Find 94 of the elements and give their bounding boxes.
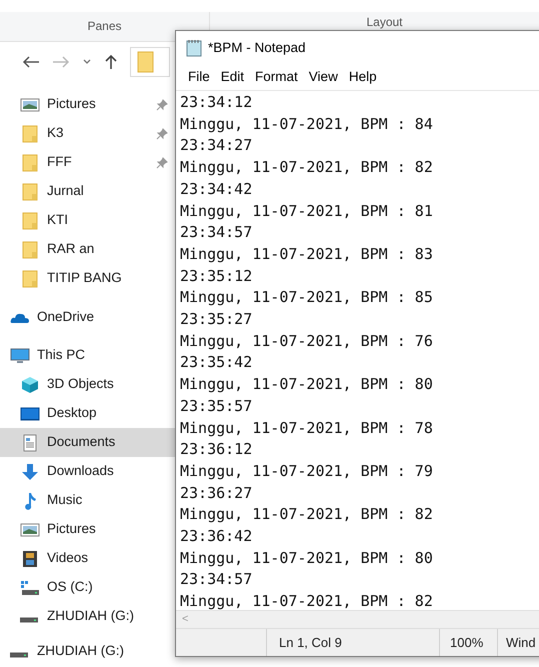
item-label: ZHUDIAH (G:) bbox=[47, 607, 135, 626]
notepad-icon bbox=[186, 39, 202, 57]
cursor-position: Ln 1, Col 9 bbox=[279, 634, 342, 652]
text-line: 23:35:57 bbox=[180, 396, 252, 417]
item-label: OneDrive bbox=[37, 308, 96, 326]
item-label: Videos bbox=[47, 549, 90, 568]
item-label: FFF bbox=[47, 153, 73, 172]
text-line: 23:35:12 bbox=[180, 266, 252, 287]
text-line: 23:36:12 bbox=[180, 439, 252, 460]
back-icon[interactable] bbox=[22, 55, 40, 69]
film-icon bbox=[20, 550, 40, 568]
item-label: Jurnal bbox=[47, 182, 85, 200]
sidebar-item[interactable]: Pictures bbox=[0, 90, 176, 119]
sidebar-item[interactable]: 3D Objects bbox=[0, 370, 176, 399]
text-line: 23:34:57 bbox=[180, 222, 252, 244]
text-line: Minggu, 11-07-2021, BPM : 83 bbox=[180, 244, 433, 265]
zoom-level: 100% bbox=[450, 634, 484, 652]
drive-icon bbox=[20, 578, 40, 596]
text-line: Minggu, 11-07-2021, BPM : 82 bbox=[180, 591, 433, 610]
text-line: Minggu, 11-07-2021, BPM : 80 bbox=[180, 374, 433, 396]
desktop-icon bbox=[20, 404, 40, 422]
text-line: Minggu, 11-07-2021, BPM : 85 bbox=[180, 287, 433, 308]
menu-item[interactable]: Edit bbox=[216, 67, 248, 88]
sidebar-item[interactable]: Documents bbox=[0, 428, 176, 457]
drive-icon bbox=[10, 652, 28, 658]
menu-item[interactable]: File bbox=[184, 67, 214, 88]
ribbon-group-label: Panes bbox=[87, 20, 122, 35]
text-line: Minggu, 11-07-2021, BPM : 84 bbox=[180, 114, 433, 135]
folder-icon bbox=[20, 182, 40, 200]
folder-icon bbox=[20, 240, 40, 258]
sidebar-item[interactable]: Pictures bbox=[0, 515, 176, 544]
download-icon bbox=[20, 462, 40, 480]
pictures-icon bbox=[20, 96, 40, 114]
text-line: Minggu, 11-07-2021, BPM : 79 bbox=[180, 460, 433, 482]
item-label: K3 bbox=[47, 124, 65, 142]
sidebar-item[interactable]: OS (C:) bbox=[0, 573, 176, 602]
item-label: TITIP BANG bbox=[47, 269, 123, 288]
sidebar-item[interactable]: Desktop bbox=[0, 399, 176, 428]
folder-icon bbox=[20, 270, 40, 288]
item-label: 3D Objects bbox=[47, 375, 115, 394]
text-line: 23:35:27 bbox=[180, 309, 252, 330]
cube-icon bbox=[20, 376, 40, 394]
item-label: Pictures bbox=[47, 520, 97, 538]
item-label: ZHUDIAH (G:) bbox=[37, 642, 125, 660]
sidebar-item[interactable]: Music bbox=[0, 486, 176, 515]
line-ending: Wind bbox=[506, 634, 536, 652]
up-arrow-icon[interactable] bbox=[104, 54, 118, 70]
text-line: Minggu, 11-07-2021, BPM : 81 bbox=[180, 200, 433, 222]
sidebar-item[interactable]: ZHUDIAH (G:) bbox=[0, 602, 176, 631]
sidebar-item[interactable]: ZHUDIAH (G:) bbox=[0, 637, 176, 666]
text-line: Minggu, 11-07-2021, BPM : 82 bbox=[180, 504, 433, 526]
item-label: Documents bbox=[47, 433, 116, 452]
text-line: Minggu, 11-07-2021, BPM : 76 bbox=[180, 330, 433, 352]
sidebar-item[interactable]: This PC bbox=[0, 341, 176, 370]
text-line: Minggu, 11-07-2021, BPM : 78 bbox=[180, 418, 433, 439]
text-line: 23:34:27 bbox=[180, 135, 252, 156]
sidebar-item[interactable]: Videos bbox=[0, 544, 176, 573]
menu-item[interactable]: View bbox=[304, 67, 342, 88]
sidebar-item[interactable]: K3 bbox=[0, 119, 176, 148]
text-line: 23:34:42 bbox=[180, 178, 252, 200]
window-title: *BPM - Notepad bbox=[208, 38, 306, 57]
drive-icon bbox=[20, 616, 38, 622]
item-label: Downloads bbox=[47, 462, 115, 480]
text-line: 23:35:42 bbox=[180, 352, 252, 374]
folder-icon bbox=[137, 51, 155, 73]
sidebar-item[interactable]: Downloads bbox=[0, 457, 176, 486]
monitor-icon bbox=[10, 346, 30, 364]
sidebar-item[interactable]: RAR an bbox=[0, 235, 176, 264]
folder-icon bbox=[20, 212, 40, 230]
item-label: Music bbox=[47, 491, 84, 510]
folder-icon bbox=[20, 154, 40, 172]
sidebar-item[interactable]: FFF bbox=[0, 148, 176, 177]
text-line: Minggu, 11-07-2021, BPM : 80 bbox=[180, 548, 433, 569]
item-label: KTI bbox=[47, 211, 70, 230]
chevron-down-icon[interactable] bbox=[82, 58, 92, 66]
menu-item[interactable]: Format bbox=[251, 67, 302, 88]
text-line: Minggu, 11-07-2021, BPM : 82 bbox=[180, 157, 433, 178]
sidebar-item[interactable]: TITIP BANG bbox=[0, 264, 176, 293]
ribbon-group-label: Layout bbox=[365, 16, 403, 31]
item-label: This PC bbox=[37, 346, 86, 364]
item-label: OS (C:) bbox=[47, 578, 94, 596]
item-label: RAR an bbox=[47, 240, 96, 258]
item-label: Pictures bbox=[47, 95, 97, 114]
sidebar-item[interactable]: OneDrive bbox=[0, 303, 176, 332]
menu-item[interactable]: Help bbox=[344, 67, 381, 88]
text-line: 23:34:12 bbox=[180, 92, 252, 113]
item-label: Desktop bbox=[47, 404, 98, 422]
pictures-icon bbox=[20, 520, 40, 538]
text-line: 23:34:57 bbox=[180, 569, 252, 590]
text-line: 23:36:42 bbox=[180, 526, 252, 548]
sidebar-item[interactable]: KTI bbox=[0, 206, 176, 235]
text-line: 23:36:27 bbox=[180, 482, 252, 504]
sidebar-item[interactable]: Jurnal bbox=[0, 177, 176, 206]
folder-icon bbox=[20, 124, 40, 142]
